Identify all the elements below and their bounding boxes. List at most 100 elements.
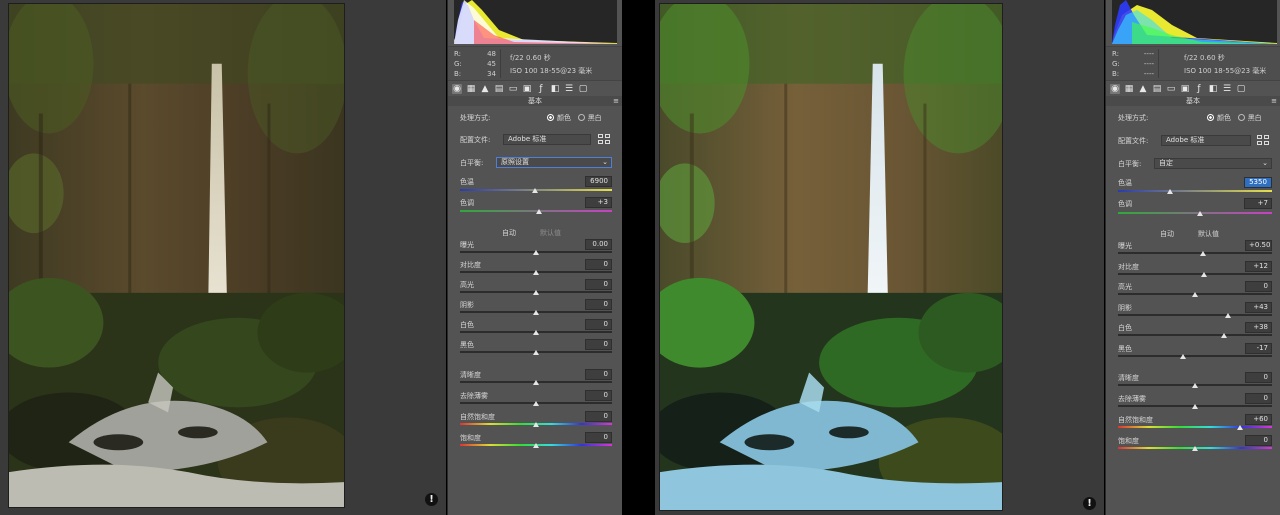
wb-dropdown[interactable]: 自定 ⌄ (1154, 158, 1272, 169)
sliders-value-field-1[interactable]: 0 (585, 259, 612, 270)
tint-slider-thumb[interactable] (1197, 211, 1203, 216)
g-value: 45 (487, 60, 496, 68)
sliders-slider-thumb-0[interactable] (533, 250, 539, 255)
process-options: 颜色 黑白 (1207, 113, 1262, 123)
sliders-slider-thumb-4[interactable] (533, 330, 539, 335)
presence-value-field-1[interactable]: 0 (1245, 393, 1272, 404)
sliders-slider-thumb-2[interactable] (1192, 292, 1198, 297)
profile-dropdown[interactable]: Adobe 标准 (503, 134, 591, 145)
temp-field[interactable]: 6900 (585, 176, 612, 187)
default-button[interactable]: 默认值 (1198, 229, 1219, 239)
after-panel: R: ---- G: ---- B: ---- f/22 0.60 秒 ISO 100… (1105, 0, 1280, 515)
presence-value-field-2[interactable]: +60 (1245, 414, 1272, 425)
tint-slider-thumb[interactable] (536, 209, 542, 214)
temp-slider[interactable] (1118, 190, 1272, 192)
sliders-value-field-1[interactable]: +12 (1245, 260, 1272, 272)
basic-icon[interactable]: ◉ (452, 84, 462, 94)
presence-slider-thumb-3[interactable] (1192, 446, 1198, 451)
sliders-value-field-0[interactable]: +0.50 (1245, 240, 1272, 251)
profile-browser-icon[interactable] (1257, 135, 1269, 145)
sliders-slider-3[interactable] (1118, 313, 1272, 316)
sliders-value-field-4[interactable]: 0 (585, 319, 612, 330)
presence-slider-thumb-2[interactable] (533, 422, 539, 427)
detail-icon[interactable]: ▲ (1138, 84, 1148, 94)
split-toning-icon[interactable]: ▭ (1166, 84, 1176, 94)
split-toning-icon[interactable]: ▭ (508, 84, 518, 94)
presets-icon[interactable]: ☰ (564, 84, 574, 94)
bw-radio-label: 黑白 (1247, 114, 1262, 122)
presence-value-field-3[interactable]: 0 (1245, 435, 1272, 446)
fx-icon[interactable]: ƒ (1194, 84, 1204, 94)
presets-icon[interactable]: ☰ (1222, 84, 1232, 94)
sliders-slider-thumb-3[interactable] (533, 310, 539, 315)
presence-slider-thumb-3[interactable] (533, 443, 539, 448)
auto-button[interactable]: 自动 (1160, 229, 1174, 239)
sliders-slider-thumb-4[interactable] (1221, 333, 1227, 338)
fx-icon[interactable]: ƒ (536, 84, 546, 94)
sliders-slider-thumb-5[interactable] (533, 350, 539, 355)
tone-curve-icon[interactable]: ▦ (466, 84, 476, 94)
profile-dropdown[interactable]: Adobe 标准 (1161, 135, 1251, 146)
tone-curve-icon[interactable]: ▦ (1124, 84, 1134, 94)
sliders-slider-5[interactable] (1118, 354, 1272, 357)
tint-field[interactable]: +3 (585, 197, 612, 208)
detail-icon[interactable]: ▲ (480, 84, 490, 94)
sliders-slider-thumb-5[interactable] (1180, 353, 1186, 359)
calibration-icon[interactable]: ◧ (550, 84, 560, 94)
sliders-value-field-3[interactable]: +43 (1245, 301, 1272, 313)
snapshots-icon[interactable]: ▢ (1236, 84, 1246, 94)
presence-slider-thumb-1[interactable] (1192, 404, 1198, 409)
temp-slider-thumb[interactable] (1167, 189, 1173, 194)
lens-icon[interactable]: ▣ (1180, 84, 1190, 94)
sliders-slider-thumb-2[interactable] (533, 290, 539, 295)
presence-slider-thumb-0[interactable] (1192, 383, 1198, 388)
panel-menu-icon[interactable]: ≡ (1271, 96, 1277, 106)
snapshots-icon[interactable]: ▢ (578, 84, 588, 94)
tint-slider[interactable] (1118, 212, 1272, 214)
sliders-value-field-2[interactable]: 0 (585, 279, 612, 290)
basic-icon[interactable]: ◉ (1110, 84, 1120, 94)
sliders-value-field-2[interactable]: 0 (1245, 281, 1272, 292)
lens-icon[interactable]: ▣ (522, 84, 532, 94)
sliders-slider-thumb-1[interactable] (1201, 271, 1207, 277)
default-button[interactable]: 默认值 (540, 228, 561, 238)
color-radio[interactable] (1207, 114, 1214, 121)
info-readout: R: ---- G: ---- B: ---- f/22 0.60 秒 ISO 100… (1106, 46, 1280, 81)
sliders-slider-thumb-0[interactable] (1200, 251, 1206, 256)
hsl-icon[interactable]: ▤ (1152, 84, 1162, 94)
warning-icon[interactable]: ! (425, 493, 438, 506)
profile-browser-icon[interactable] (598, 134, 610, 144)
presence-value-field-0[interactable]: 0 (585, 369, 612, 380)
panel-menu-icon[interactable]: ≡ (613, 96, 619, 106)
sliders-slider-1[interactable] (1118, 272, 1272, 275)
sliders-slider-0[interactable] (1118, 252, 1272, 254)
presence-value-field-0[interactable]: 0 (1245, 372, 1272, 383)
bw-radio[interactable] (577, 114, 585, 121)
presence-value-field-3[interactable]: 0 (585, 432, 612, 443)
presence-value-field-1[interactable]: 0 (585, 390, 612, 401)
presence-slider-thumb-1[interactable] (533, 401, 539, 406)
sliders-value-field-0[interactable]: 0.00 (585, 239, 612, 250)
wb-dropdown[interactable]: 原照设置 ⌄ (496, 157, 612, 168)
sliders-value-field-5[interactable]: -17 (1245, 342, 1272, 354)
tint-field[interactable]: +7 (1244, 198, 1272, 209)
auto-button[interactable]: 自动 (502, 228, 516, 238)
sliders-value-field-5[interactable]: 0 (585, 339, 612, 350)
presence-slider-2[interactable] (1118, 426, 1272, 428)
bw-radio[interactable] (1237, 114, 1245, 121)
presence-slider-thumb-2[interactable] (1237, 425, 1243, 430)
hsl-icon[interactable]: ▤ (494, 84, 504, 94)
warning-icon[interactable]: ! (1083, 497, 1096, 510)
sliders-slider-thumb-1[interactable] (533, 270, 539, 275)
temp-field[interactable]: 5350 (1244, 177, 1272, 188)
color-radio[interactable] (547, 114, 554, 121)
calibration-icon[interactable]: ◧ (1208, 84, 1218, 94)
sliders-value-field-3[interactable]: 0 (585, 299, 612, 310)
sliders-slider-thumb-3[interactable] (1225, 312, 1231, 318)
presence-value-field-2[interactable]: 0 (585, 411, 612, 422)
sliders-slider-4[interactable] (1118, 334, 1272, 336)
rgb-readout: R: ---- G: ---- B: ---- (1112, 49, 1154, 79)
sliders-value-field-4[interactable]: +38 (1245, 322, 1272, 333)
presence-slider-thumb-0[interactable] (533, 380, 539, 385)
temp-slider-thumb[interactable] (532, 188, 538, 193)
